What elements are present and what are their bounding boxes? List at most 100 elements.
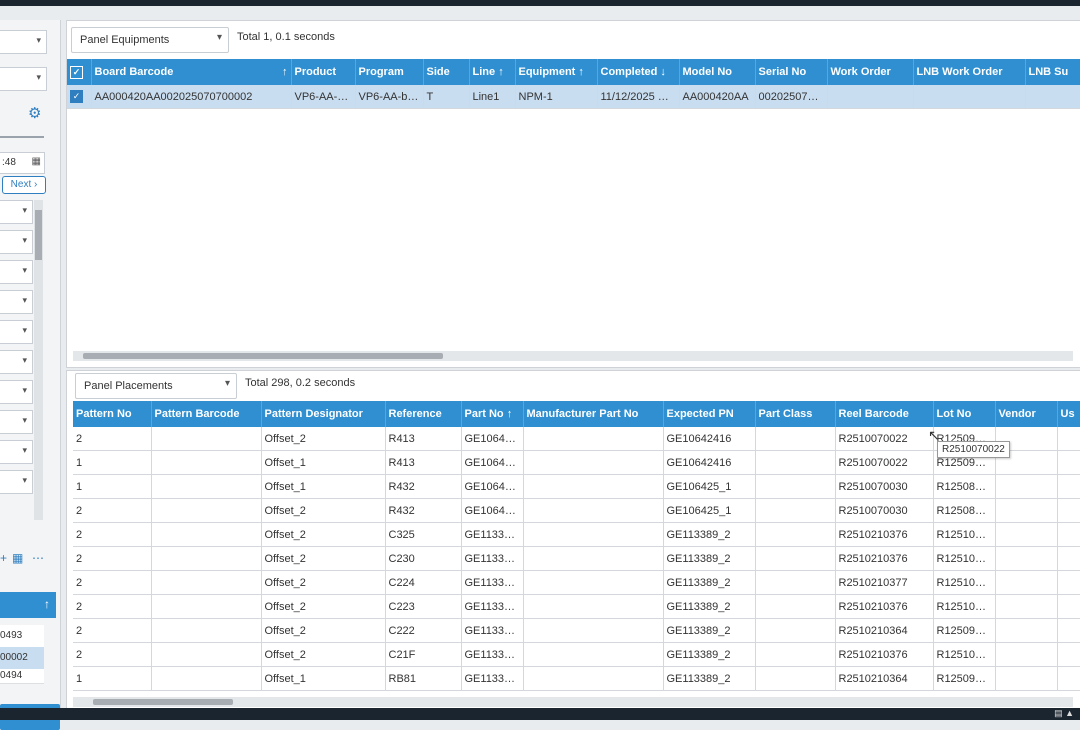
column-header[interactable]: Vendor [995,401,1058,427]
gear-icon[interactable]: ⚙ [28,104,41,122]
select-all-checkbox[interactable]: ✓ [67,59,92,85]
column-header[interactable]: Lot No [933,401,996,427]
column-header[interactable]: Reference [385,401,462,427]
filter-dropdown[interactable]: ▾ [0,320,33,344]
table-row[interactable]: 2 Offset_2 C21F GE1133… GE113389_2 R251021037… [73,642,1080,667]
filter-dropdown[interactable]: ▾ [0,410,33,434]
table-row[interactable]: 1 Offset_1 R432 GE1064… GE106425_1 R251007003… [73,474,1080,499]
filter-dropdown[interactable]: ▾ [0,470,33,494]
sort-up-icon[interactable]: ↑ [498,66,504,78]
list-item[interactable]: 00002 [0,647,44,670]
table-row[interactable]: 2 Offset_2 R432 GE1064… GE106425_1 R251007003… [73,498,1080,523]
filter-sidebar: ▾ ▾ ⚙ :48 ▦ Next › ▾ ▾ ▾ ▾ ▾ ▾ ▾ ▾ ▾ ▾ +… [0,20,61,730]
table-cell: 1 [73,666,152,691]
table-row[interactable]: 2 Offset_2 C222 GE1133… GE113389_2 R251021036… [73,618,1080,643]
table-cell [151,618,262,643]
column-header[interactable]: Manufacturer Part No [523,401,664,427]
scrollbar-thumb[interactable] [93,699,233,705]
table-row[interactable]: 2 Offset_2 C224 GE1133… GE113389_2 R251021037… [73,570,1080,595]
placements-hscrollbar[interactable] [73,697,1073,707]
column-label: Equipment [518,66,576,78]
filter-dropdown[interactable]: ▾ [0,30,47,54]
table-cell [1057,666,1080,691]
table-cell [151,474,262,499]
column-label: Part No [464,408,504,420]
filter-dropdown[interactable]: ▾ [0,260,33,284]
filter-dropdown[interactable]: ▾ [0,230,33,254]
sort-up-icon[interactable]: ↑ [44,597,50,611]
filter-dropdown[interactable]: ▾ [0,67,47,91]
table-cell [151,594,262,619]
equipments-hscrollbar[interactable] [73,351,1073,361]
list-item[interactable]: 0494 [0,669,44,684]
list-header[interactable]: ↑ [0,592,56,618]
table-cell: VP6-AA-b… [355,85,424,109]
column-header[interactable]: Completed ↓ [597,59,680,85]
row-checkbox[interactable]: ✓ [67,85,92,109]
column-header[interactable]: Pattern No [73,401,152,427]
column-header[interactable]: Expected PN [663,401,756,427]
column-header[interactable]: Work Order [827,59,914,85]
equipments-dropdown[interactable]: Panel Equipments ▾ [71,27,229,53]
table-row[interactable]: 1 Offset_1 RB81 GE1133… GE113389_2 R251021036… [73,666,1080,691]
table-cell: GE113389_2 [663,522,756,547]
table-cell: GE113389_2 [663,666,756,691]
more-icon[interactable]: ⋯ [32,551,44,565]
column-header[interactable]: LNB Work Order [913,59,1026,85]
plus-icon[interactable]: + [0,551,7,565]
filter-dropdown[interactable]: ▾ [0,440,33,464]
column-header[interactable]: Part No ↑ [461,401,524,427]
table-cell: R12508… [933,474,996,499]
table-cell [151,522,262,547]
column-header[interactable]: Us [1057,401,1080,427]
column-header[interactable]: LNB Su [1025,59,1080,85]
table-row[interactable]: 1 Offset_1 R413 GE1064… GE10642416 R251007002… [73,450,1080,475]
sort-down-icon[interactable]: ↓ [660,66,666,78]
table-row[interactable]: ✓ AA000420AA002025070700002 VP6-AA-… VP6… [67,85,1080,109]
table-cell [995,594,1058,619]
column-header[interactable]: Side [423,59,470,85]
calendar-icon[interactable]: ▦ [32,156,41,167]
next-button[interactable]: Next › [2,176,46,194]
table-header-row: ✓ Board Barcode ↑ Product Program Side Li… [67,59,1080,85]
column-header[interactable]: Pattern Barcode [151,401,262,427]
scrollbar-thumb[interactable] [83,353,443,359]
filter-dropdown[interactable]: ▾ [0,350,33,374]
datetime-field[interactable]: :48 ▦ [0,152,45,174]
column-header[interactable]: Product [291,59,356,85]
sort-up-icon[interactable]: ↑ [507,408,513,420]
column-header[interactable]: Part Class [755,401,836,427]
column-header[interactable]: Model No [679,59,756,85]
placements-dropdown[interactable]: Panel Placements ▾ [75,373,237,399]
filter-dropdown[interactable]: ▾ [0,290,33,314]
list-item[interactable]: 0493 [0,625,44,648]
filter-dropdown[interactable]: ▾ [0,380,33,404]
column-header[interactable]: Program [355,59,424,85]
calendar-icon[interactable]: ▦ [12,551,23,565]
column-header[interactable]: Equipment ↑ [515,59,598,85]
table-cell [755,618,836,643]
table-cell: C223 [385,594,462,619]
sort-up-icon[interactable]: ↑ [578,66,584,78]
column-header[interactable]: Reel Barcode [835,401,934,427]
table-cell: Offset_2 [261,546,386,571]
table-row[interactable]: 2 Offset_2 C230 GE1133… GE113389_2 R251021037… [73,546,1080,571]
chevron-down-icon: ▾ [224,378,230,389]
chevron-down-icon: ▾ [22,475,27,485]
sidebar-scrollbar[interactable] [34,200,43,520]
table-cell [523,450,664,475]
column-header[interactable]: Pattern Designator [261,401,386,427]
sort-up-icon[interactable]: ↑ [282,66,288,78]
table-cell: GE1133… [461,570,524,595]
filter-dropdown[interactable]: ▾ [0,200,33,224]
sidebar-action-icons: + ▦ ⋯ [0,551,60,567]
table-cell [755,546,836,571]
column-header[interactable]: Board Barcode ↑ [91,59,292,85]
table-row[interactable]: 2 Offset_2 C223 GE1133… GE113389_2 R251021037… [73,594,1080,619]
placements-total: Total 298, 0.2 seconds [245,377,356,389]
column-header[interactable]: Line ↑ [469,59,516,85]
column-header[interactable]: Serial No [755,59,828,85]
scrollbar-thumb[interactable] [35,210,42,260]
table-cell [827,85,914,109]
table-row[interactable]: 2 Offset_2 C325 GE1133… GE113389_2 R251021037… [73,522,1080,547]
